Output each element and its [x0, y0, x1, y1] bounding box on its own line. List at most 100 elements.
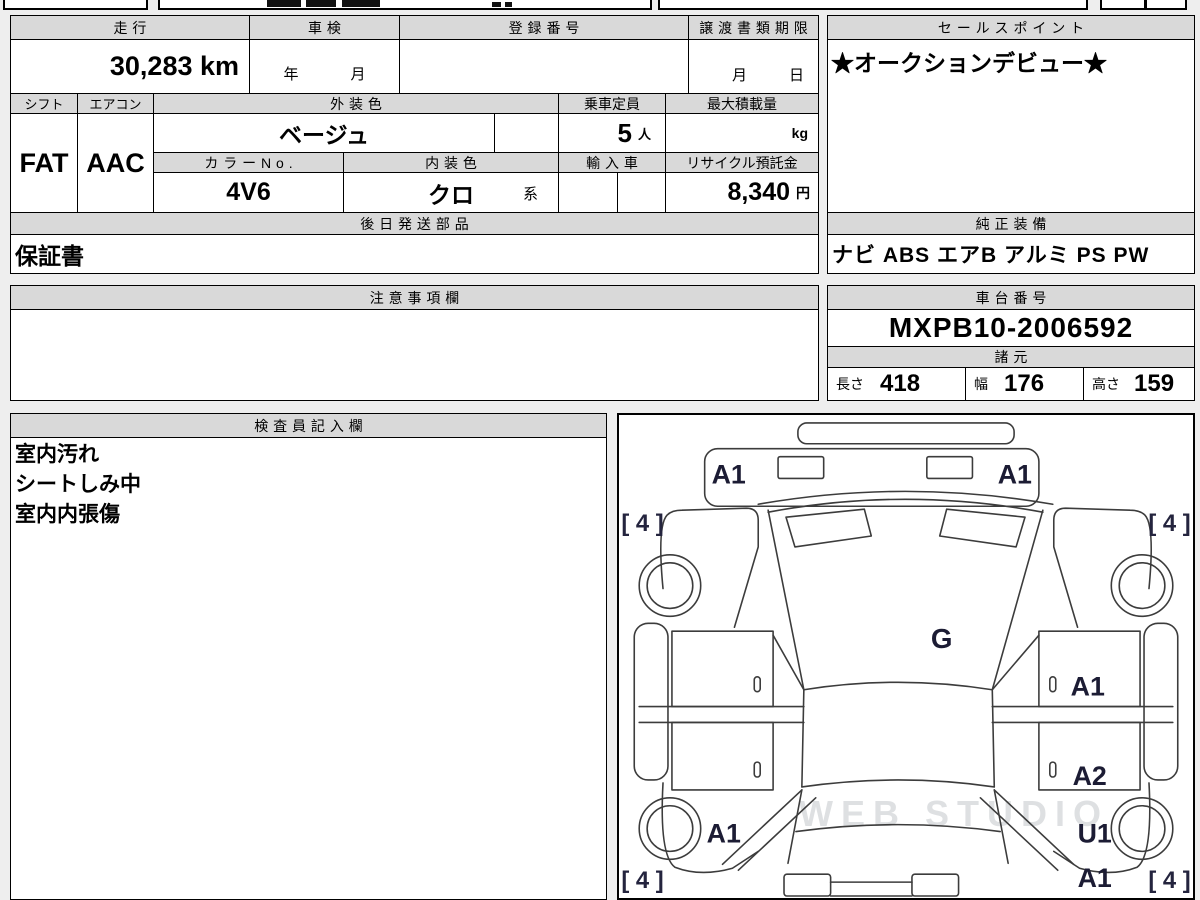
headlight-right [926, 455, 974, 480]
front-bumper-strip [797, 422, 1015, 445]
aircon-header: エアコン [77, 93, 154, 114]
car-damage-diagram-box: WEB STUDIO A1 A1 [4] [4] G A1 A2 A1 … [617, 413, 1195, 900]
shift-header: シフト [10, 93, 78, 114]
damage-mark-rear-wheel-right: U1 [1078, 818, 1112, 848]
shaken-year-label: 年 [283, 66, 299, 83]
transfer-day-label: 日 [788, 67, 804, 84]
windshield-right-edge [991, 509, 1044, 691]
rear-window-bottom-arc [795, 823, 1002, 833]
tail-light-left [783, 873, 832, 897]
damage-mark-rear-door-right: A2 [1073, 761, 1107, 791]
cropped-cell [1145, 0, 1187, 10]
inspector-note-line: 室内内張傷 [15, 503, 120, 526]
wheel-rear-left-inner [646, 804, 694, 853]
cropped-cell [158, 0, 652, 10]
cowl-vent-left [785, 508, 873, 548]
aircon-text: AAC [86, 147, 145, 178]
door-handle-front-right [1049, 676, 1057, 693]
exterior-color-header: 外装色 [153, 93, 559, 114]
capacity-header: 乗車定員 [558, 93, 666, 114]
later-parts-text: 保証書 [15, 243, 84, 269]
transfer-deadline-header: 譲渡書類期限 [688, 15, 819, 40]
interior-color-text: クロ [428, 181, 474, 208]
color-no-value: 4V6 [153, 172, 344, 213]
vehicle-info-table: 走行 車検 登録番号 譲渡書類期限 30,283 km 年 月 月 日 シフト … [10, 15, 819, 274]
color-no-header: カラーNo. [153, 152, 344, 173]
shift-text: FAT [19, 147, 69, 178]
cropped-text-fragment [267, 0, 301, 7]
side-sill-right [1143, 622, 1179, 781]
wheel-rear-right-inner [1118, 804, 1166, 853]
wheel-front-right-inner [1118, 561, 1166, 610]
capacity-value: 5 人 [558, 113, 666, 153]
spec-length-value: 418 [880, 370, 921, 397]
capacity-number: 5 [617, 117, 632, 148]
roof-front-arc [803, 681, 994, 691]
mileage-header: 走行 [10, 15, 250, 40]
exterior-color-value: ベージュ [153, 113, 495, 153]
front-fender-left [660, 507, 760, 629]
wheel-front-right [1110, 554, 1174, 618]
inspector-note-line: 室内汚れ [15, 443, 99, 466]
spec-width-cell: 幅 176 [965, 367, 1084, 401]
genuine-equipment-value: ナビ ABS エアB アルミ PS PW [827, 234, 1195, 274]
capacity-unit: 人 [637, 126, 651, 142]
c-pillar-left-inner [737, 797, 817, 872]
spec-width-label: 幅 [974, 376, 988, 392]
roof-right-edge [991, 688, 996, 788]
inspector-note-line: シートしみ中 [15, 473, 141, 496]
recycle-fee-unit: 円 [796, 184, 810, 201]
max-load-header: 最大積載量 [665, 93, 819, 114]
roof-left-edge [801, 688, 805, 788]
damage-mark-front-left: A1 [712, 459, 746, 489]
chassis-value: MXPB10-2006592 [827, 309, 1195, 347]
damage-mark-rear-wheel-left: A1 [707, 818, 741, 848]
sales-point-text: ★オークションデビュー★ [831, 50, 1107, 76]
recycle-fee-value: 8,340 円 [665, 172, 819, 213]
damage-mark-front-door-right: A1 [1071, 672, 1105, 702]
wheel-rear-left [638, 797, 702, 861]
spec-height-label: 高さ [1092, 376, 1120, 392]
genuine-equipment-text: ナビ ABS エアB アルミ PS PW [832, 244, 1150, 267]
later-parts-header: 後日発送部品 [10, 212, 819, 235]
aircon-value: AAC [77, 113, 154, 213]
inspector-header: 検査員記入欄 [10, 413, 607, 438]
tire-mark-front-right: [ 4 ] [1148, 510, 1190, 537]
sales-point-header: セールスポイント [827, 15, 1195, 40]
wheel-front-left-inner [646, 561, 694, 610]
front-panel [703, 447, 1040, 508]
spec-width-value: 176 [1004, 370, 1045, 397]
door-handle-rear-right [1049, 761, 1057, 778]
door-handle-front-left [753, 676, 762, 693]
wheel-front-left [638, 554, 702, 618]
cropped-text-fragment [505, 2, 512, 7]
inspector-notes-area: 室内汚れ シートしみ中 室内内張傷 [10, 437, 607, 900]
damage-mark-rear-gate-right: A1 [1078, 863, 1112, 893]
sales-point-value: ★オークションデビュー★ [827, 39, 1195, 213]
interior-color-header: 内装色 [343, 152, 559, 173]
import-car-header: 輸入車 [558, 152, 666, 173]
cropped-text-fragment [492, 2, 501, 7]
specs-header: 諸元 [827, 346, 1195, 368]
damage-mark-windshield: G [931, 623, 953, 654]
mileage-text: 30,283 km [109, 51, 239, 81]
mileage-value: 30,283 km [10, 39, 250, 94]
auction-sheet: { "vehicle_table": { "mileage": {"header… [0, 0, 1200, 900]
spec-length-label: 長さ [836, 376, 864, 392]
cropped-cell [658, 0, 1088, 10]
registration-value [399, 39, 689, 94]
chassis-number-text: MXPB10-2006592 [888, 312, 1134, 343]
notes-table: 注意事項欄 [10, 285, 819, 401]
exterior-color-text: ベージュ [279, 122, 369, 148]
interior-color-suffix: 系 [522, 186, 538, 203]
front-door-left [671, 630, 774, 708]
color-no-text: 4V6 [226, 178, 271, 206]
car-damage-diagram: A1 A1 [ 4 ] [ 4 ] G A1 A2 A1 U1 A1 [ 4 ]… [621, 422, 1191, 897]
shift-value: FAT [10, 113, 78, 213]
sales-point-table: セールスポイント ★オークションデビュー★ 純正装備 ナビ ABS エアB アル… [827, 15, 1195, 274]
tire-mark-front-left: [ 4 ] [621, 510, 663, 537]
max-load-value: kg [665, 113, 819, 153]
max-load-unit: kg [791, 125, 808, 141]
cropped-cell [1100, 0, 1146, 10]
shaken-month-label: 月 [350, 66, 366, 83]
